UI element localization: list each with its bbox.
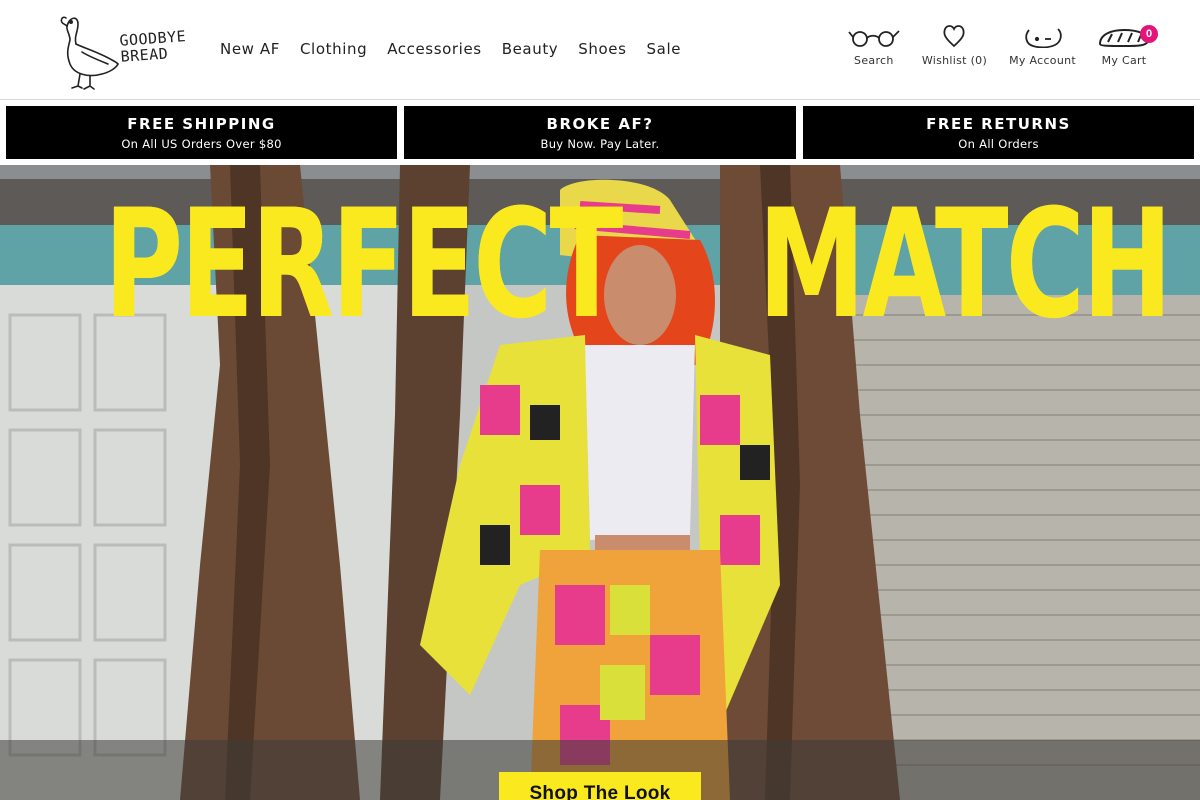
brand-wordmark: GOODBYE BREAD	[119, 27, 201, 66]
promo-subtitle: Buy Now. Pay Later.	[540, 136, 660, 151]
promo-subtitle: On All US Orders Over $80	[121, 136, 282, 151]
nav-item-clothing[interactable]: Clothing	[300, 40, 367, 58]
promo-free-shipping[interactable]: FREE SHIPPING On All US Orders Over $80	[6, 106, 397, 159]
nav-item-beauty[interactable]: Beauty	[502, 40, 559, 58]
heart-icon	[943, 25, 966, 48]
face-icon	[1024, 28, 1062, 48]
hero-title-right: MATCH	[758, 178, 1172, 352]
brand-line-2: BREAD	[120, 44, 169, 66]
site-header: GOODBYE BREAD New AF Clothing Accessorie…	[0, 0, 1200, 100]
main-nav: New AF Clothing Accessories Beauty Shoes…	[220, 40, 681, 58]
pigeon-icon	[60, 16, 119, 90]
nav-item-shoes[interactable]: Shoes	[578, 40, 626, 58]
promo-subtitle: On All Orders	[958, 136, 1039, 151]
promo-title: BROKE AF?	[546, 114, 654, 133]
account-label: My Account	[1009, 54, 1076, 67]
brand-logo[interactable]: GOODBYE BREAD	[58, 12, 198, 92]
nav-item-accessories[interactable]: Accessories	[387, 40, 482, 58]
nav-item-new-af[interactable]: New AF	[220, 40, 280, 58]
hero-banner[interactable]: PERFECT MATCH Shop The Look	[0, 165, 1200, 800]
promo-bar: FREE SHIPPING On All US Orders Over $80 …	[0, 101, 1200, 165]
cart-count-badge: 0	[1140, 25, 1158, 43]
nav-item-sale[interactable]: Sale	[647, 40, 682, 58]
hero-title-left: PERFECT	[104, 178, 623, 352]
search-button[interactable]: Search	[848, 26, 900, 67]
cart-button[interactable]: 0 My Cart	[1098, 25, 1158, 67]
shop-the-look-button[interactable]: Shop The Look	[499, 772, 701, 800]
search-label: Search	[854, 54, 894, 67]
promo-free-returns[interactable]: FREE RETURNS On All Orders	[803, 106, 1194, 159]
promo-buy-now-pay-later[interactable]: BROKE AF? Buy Now. Pay Later.	[404, 106, 796, 159]
wishlist-label: Wishlist (0)	[921, 54, 988, 67]
header-icons: Search Wishlist (0) My Account 0 My Cart	[848, 24, 1158, 67]
account-button[interactable]: My Account	[1009, 26, 1076, 67]
promo-title: FREE SHIPPING	[127, 114, 276, 133]
wishlist-button[interactable]: Wishlist (0)	[922, 24, 987, 67]
glasses-icon	[848, 30, 900, 47]
cart-label: My Cart	[1101, 54, 1147, 67]
promo-title: FREE RETURNS	[926, 114, 1071, 133]
